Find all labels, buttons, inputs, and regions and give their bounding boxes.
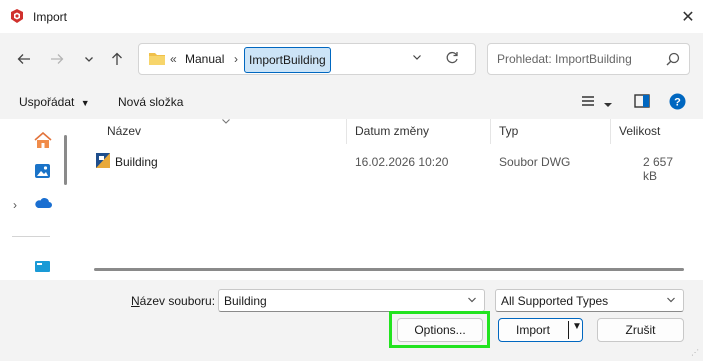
resize-grip-icon[interactable]: ⋰ xyxy=(691,348,699,357)
column-separator xyxy=(490,119,491,144)
import-dropdown-arrow-icon[interactable]: ▼ xyxy=(572,321,582,332)
file-list: Název Datum změny Typ Velikost Building … xyxy=(74,119,703,280)
gallery-icon[interactable] xyxy=(34,163,51,182)
file-name: Building xyxy=(115,155,158,169)
up-button[interactable] xyxy=(106,49,128,69)
organize-button[interactable]: Uspořádat ▼ xyxy=(19,95,90,109)
view-options-button[interactable] xyxy=(580,94,596,111)
new-folder-button[interactable]: Nová složka xyxy=(118,95,183,109)
column-header-date[interactable]: Datum změny xyxy=(355,124,429,138)
search-box[interactable]: Prohledat: ImportBuilding xyxy=(487,43,690,75)
onedrive-icon[interactable] xyxy=(34,196,52,212)
help-icon: ? xyxy=(669,93,686,110)
column-header-name[interactable]: Název xyxy=(107,124,141,138)
view-dropdown-button[interactable] xyxy=(603,98,613,112)
recent-locations-button[interactable] xyxy=(78,49,100,69)
split-divider xyxy=(568,321,569,339)
content-area: › Název Datum změny Typ Velikost Buildin… xyxy=(0,119,703,280)
column-header-size[interactable]: Velikost xyxy=(619,124,660,138)
navigation-pane: › xyxy=(0,119,74,280)
list-view-icon xyxy=(582,96,594,106)
back-button[interactable] xyxy=(13,49,35,69)
sidebar-scrollbar[interactable] xyxy=(64,135,67,185)
column-header-type[interactable]: Typ xyxy=(499,124,518,138)
preview-pane-icon xyxy=(634,94,650,108)
cancel-button[interactable]: Zrušit xyxy=(597,318,684,342)
window-title: Import xyxy=(33,10,68,24)
horizontal-scrollbar[interactable] xyxy=(94,268,684,271)
folder-icon xyxy=(148,51,166,69)
sidebar-divider xyxy=(12,236,50,237)
arrow-up-icon xyxy=(112,52,122,65)
title-bar: Import ✕ xyxy=(0,0,703,33)
sort-chevron-icon xyxy=(221,117,231,128)
breadcrumb-importbuilding[interactable]: ImportBuilding xyxy=(244,47,331,73)
breadcrumb-overflow[interactable]: « xyxy=(170,52,177,66)
close-button[interactable]: ✕ xyxy=(673,0,703,33)
file-date: 16.02.2026 10:20 xyxy=(355,155,449,169)
expand-chevron-icon[interactable]: › xyxy=(13,198,17,212)
file-type: Soubor DWG xyxy=(499,155,571,169)
search-placeholder: Prohledat: ImportBuilding xyxy=(497,52,632,66)
filename-label-accesskey: N xyxy=(131,294,140,308)
filename-label: Název souboru: xyxy=(131,294,215,308)
refresh-button[interactable] xyxy=(444,50,460,69)
file-row[interactable]: Building 16.02.2026 10:20 Soubor DWG 2 6… xyxy=(90,149,690,183)
column-separator xyxy=(346,119,347,144)
svg-text:?: ? xyxy=(674,97,681,109)
help-button[interactable]: ? xyxy=(669,93,686,113)
this-pc-icon[interactable] xyxy=(34,260,51,277)
filename-value: Building xyxy=(224,294,267,308)
filename-label-text: ázev souboru: xyxy=(139,294,216,308)
dwg-file-icon xyxy=(95,152,111,172)
column-separator xyxy=(610,119,611,144)
sketchup-icon xyxy=(9,8,25,24)
address-bar[interactable]: « Manual › ImportBuilding xyxy=(138,43,476,75)
preview-pane-button[interactable] xyxy=(634,94,650,111)
filename-field[interactable]: Building xyxy=(218,289,485,312)
file-type-value: All Supported Types xyxy=(501,294,609,308)
chevron-down-icon xyxy=(665,293,677,310)
options-button[interactable]: Options... xyxy=(397,318,483,342)
navigation-bar: « Manual › ImportBuilding Prohledat: Imp… xyxy=(0,33,703,85)
import-button-label[interactable]: Import xyxy=(499,319,567,341)
home-icon[interactable] xyxy=(34,131,52,152)
caret-down-icon xyxy=(604,103,612,107)
file-size: 2 657 kB xyxy=(643,155,674,183)
chevron-down-icon xyxy=(413,55,421,60)
chevron-down-icon[interactable] xyxy=(466,293,478,310)
caret-down-icon: ▼ xyxy=(80,98,90,108)
import-button[interactable]: Import ▼ xyxy=(498,318,583,342)
breadcrumb-manual[interactable]: Manual xyxy=(185,52,224,66)
address-dropdown-button[interactable] xyxy=(411,51,423,66)
forward-button[interactable] xyxy=(46,49,68,69)
bottom-panel: Název souboru: Building All Supported Ty… xyxy=(0,280,703,361)
command-bar: Uspořádat ▼ Nová složka ? xyxy=(0,85,703,119)
arrow-right-icon xyxy=(51,54,64,64)
close-icon: ✕ xyxy=(681,8,695,26)
search-icon[interactable] xyxy=(666,52,680,69)
chevron-down-icon xyxy=(85,57,93,62)
refresh-icon xyxy=(446,51,458,64)
arrow-left-icon xyxy=(17,54,30,64)
organize-label: Uspořádat xyxy=(19,95,75,109)
breadcrumb-separator: › xyxy=(234,52,238,66)
file-type-select[interactable]: All Supported Types xyxy=(495,289,684,312)
